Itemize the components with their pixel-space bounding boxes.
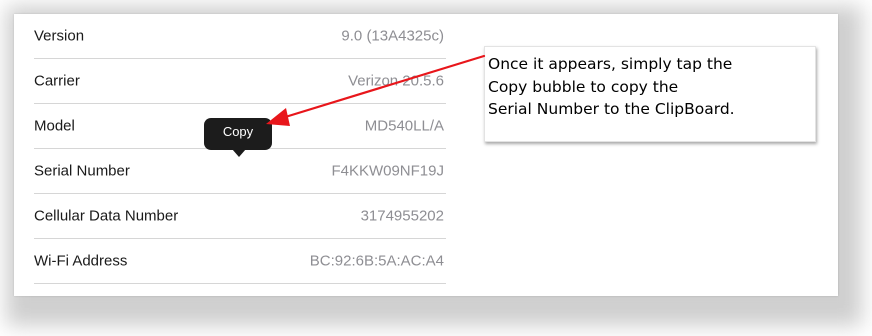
row-version[interactable]: Version 9.0 (13A4325c) (34, 14, 446, 59)
row-label: Serial Number (34, 162, 130, 180)
row-label: Model (34, 117, 75, 135)
row-label: Version (34, 27, 85, 45)
row-label: Wi-Fi Address (34, 252, 128, 270)
row-value: 3174955202 (360, 207, 444, 225)
row-value: BC:92:6B:5A:AC:A4 (309, 252, 444, 270)
row-cellular-data-number[interactable]: Cellular Data Number 3174955202 (34, 194, 446, 239)
callout-line: Copy bubble to copy the (488, 77, 679, 96)
row-value: MD540LL/A (364, 117, 444, 135)
row-label: Carrier (34, 72, 80, 90)
callout-line: Serial Number to the ClipBoard. (488, 100, 735, 118)
row-value: F4KKW09NF19J (331, 162, 444, 180)
screenshot-stage: Version 9.0 (13A4325c) Carrier Verizon 2… (0, 0, 872, 336)
row-label: Cellular Data Number (34, 207, 179, 225)
row-value: Verizon 20.5.6 (348, 72, 444, 90)
annotation-callout: Once it appears, simply tap the Copy bub… (484, 46, 816, 142)
row-carrier[interactable]: Carrier Verizon 20.5.6 (34, 59, 446, 104)
row-value: 9.0 (13A4325c) (341, 27, 444, 45)
callout-line: Once it appears, simply tap the (488, 55, 733, 73)
copy-button[interactable]: Copy (204, 118, 272, 150)
copy-bubble-pointer (232, 149, 246, 157)
row-wifi-address[interactable]: Wi-Fi Address BC:92:6B:5A:AC:A4 (34, 239, 446, 284)
